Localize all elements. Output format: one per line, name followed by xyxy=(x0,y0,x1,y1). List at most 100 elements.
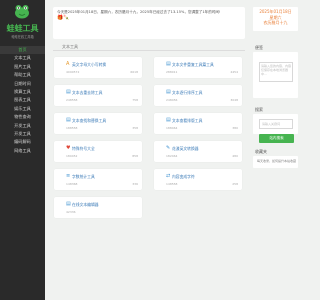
site-subtitle: 蛙蛙在线工具箱 xyxy=(11,35,34,39)
sidebar-item[interactable]: 首页 xyxy=(0,46,45,55)
favorites-label: 收藏夹 xyxy=(255,149,267,154)
tool-card[interactable]: ✎ 花漾英文转换器 182464 480 xyxy=(154,141,242,162)
tool-card[interactable]: A 英文字母大小写转换 4090572 6618 xyxy=(54,57,142,78)
tool-title[interactable]: 文本查找和替换工具 xyxy=(72,118,106,124)
tool-card[interactable]: ⇄ 内容变成字符 148558 258 xyxy=(154,169,242,190)
sidebar-item[interactable]: 娱乐工具 xyxy=(0,105,45,113)
favorites-widget: 每天收录，如何提升本站收藏 xyxy=(253,156,298,168)
tool-meta: 248558 758 xyxy=(66,98,138,102)
views-count: 182464 xyxy=(166,154,178,158)
likes-count: 358 xyxy=(132,126,138,130)
tool-meta: 248456 3048 xyxy=(166,98,238,102)
tool-meta: 188464 380 xyxy=(166,126,238,130)
tool-icon: ▤ xyxy=(66,89,71,95)
likes-count: 380 xyxy=(232,126,238,130)
gift-icon: 🎁🍡 xyxy=(57,15,70,21)
likes-count: 336 xyxy=(132,182,138,186)
sidebar-item[interactable]: 文本工具 xyxy=(0,54,45,62)
date-widget: 2025年01月18日 星期六 农历腊月十九 xyxy=(253,7,298,31)
tool-icon: ≡ xyxy=(66,173,71,179)
tool-card[interactable]: ≡ 字数统计工具 148368 336 xyxy=(54,169,142,190)
likes-count: 858 xyxy=(132,154,138,158)
tool-icon: ▤ xyxy=(66,201,71,207)
notice-panel: 今天是2025年01月18日，星期六，农历腊月十九，2025年已经过去了13.1… xyxy=(53,7,245,39)
tool-icon: ✎ xyxy=(166,145,171,151)
tool-title[interactable]: 文本文件重复工具篇工具 xyxy=(172,62,214,68)
sidebar-item[interactable]: 帮助工具 xyxy=(0,71,45,79)
tool-card[interactable]: ▤ 文本文件重复工具篇工具 288011 4454 xyxy=(154,57,242,78)
tool-meta: 288011 4454 xyxy=(166,70,238,74)
tool-title[interactable]: 在线文本编辑器 xyxy=(72,202,99,208)
search-input[interactable]: 请输入关键词 xyxy=(259,119,293,129)
tool-meta: 42336 xyxy=(66,210,138,214)
tool-card[interactable]: ▤ 文本查找和替换工具 188558 358 xyxy=(54,113,142,134)
note-label: 便签 xyxy=(255,45,263,50)
tool-card[interactable]: ▤ 文本查看排版工具 188464 380 xyxy=(154,113,242,134)
tool-title[interactable]: 英文字母大小写转换 xyxy=(72,62,106,68)
likes-count: 3048 xyxy=(230,98,238,102)
likes-count: 480 xyxy=(232,154,238,158)
search-label: 搜索 xyxy=(255,107,263,112)
tool-icon: ♥ xyxy=(66,145,71,151)
right-panel: 2025年01月18日 星期六 农历腊月十九 便签 请输入您的内容，内容仅保存在… xyxy=(250,0,298,300)
tool-meta: 188558 358 xyxy=(66,126,138,130)
sidebar-item[interactable]: 换算工具 xyxy=(0,88,45,96)
likes-count: 758 xyxy=(132,98,138,102)
views-count: 148558 xyxy=(166,182,178,186)
tool-title[interactable]: 文本逐行排序工具 xyxy=(172,90,202,96)
tool-meta: 4090572 6618 xyxy=(66,70,138,74)
views-count: 288011 xyxy=(166,70,178,74)
views-count: 188464 xyxy=(166,126,178,130)
lunar-date-line: 农历腊月十九 xyxy=(263,20,288,25)
sidebar-item[interactable]: 图片工具 xyxy=(0,63,45,71)
tool-card[interactable]: ♥ 特殊符号大全 180452 858 xyxy=(54,141,142,162)
tool-title[interactable]: 文本查看排版工具 xyxy=(172,118,202,124)
note-widget: 请输入您的内容，内容仅保存在本地浏览器中... xyxy=(253,52,298,98)
tool-meta: 182464 480 xyxy=(166,154,238,158)
tool-icon: ▤ xyxy=(166,117,171,123)
tool-meta: 148558 258 xyxy=(166,182,238,186)
tool-card[interactable]: ▤ 文本去重去除工具 248558 758 xyxy=(54,85,142,106)
tool-title[interactable]: 特殊符号大全 xyxy=(72,146,95,152)
sidebar-item[interactable]: 开发工具 xyxy=(0,122,45,130)
tool-icon: ⇄ xyxy=(166,173,171,179)
sidebar-item[interactable]: 图表工具 xyxy=(0,96,45,104)
sidebar-item[interactable]: 开发工具 xyxy=(0,130,45,138)
views-count: 188558 xyxy=(66,126,78,130)
tool-title[interactable]: 字数统计工具 xyxy=(72,174,95,180)
tool-icon: ▤ xyxy=(166,89,171,95)
tool-card[interactable]: ▤ 文本逐行排序工具 248456 3048 xyxy=(154,85,242,106)
site-title[interactable]: 蛙蛙工具 xyxy=(0,23,45,34)
tool-title[interactable]: 文本去重去除工具 xyxy=(72,90,102,96)
likes-count: 6618 xyxy=(130,70,138,74)
tool-title[interactable]: 花漾英文转换器 xyxy=(172,146,199,152)
tool-icon: ▤ xyxy=(166,61,171,67)
tool-icon: ▤ xyxy=(66,117,71,123)
date-line: 2025年01月18日 xyxy=(259,9,292,14)
tool-title[interactable]: 内容变成字符 xyxy=(172,174,195,180)
search-button[interactable]: 站内搜索 xyxy=(259,134,294,143)
likes-count: 258 xyxy=(232,182,238,186)
sidebar-nav: 首页 文本工具 图片工具 帮助工具 日期时间 换算工具 图表工具 娱乐工具 物性查询 开发工具 开发… xyxy=(0,46,45,155)
tool-card[interactable]: ▤ 在线文本编辑器 42336 xyxy=(54,197,142,218)
views-count: 148368 xyxy=(66,182,78,186)
search-widget: 请输入关键词 站内搜索 xyxy=(253,114,298,143)
sidebar: 蛙蛙工具 蛙蛙在线工具箱 首页 文本工具 图片工具 帮助工具 日期时间 换算工具 图表工具娱… xyxy=(0,0,45,300)
tool-meta: 180452 858 xyxy=(66,154,138,158)
sidebar-item[interactable]: 物性查询 xyxy=(0,113,45,121)
sidebar-item[interactable]: 编码解码 xyxy=(0,138,45,146)
views-count: 248558 xyxy=(66,98,78,102)
favorites-text[interactable]: 每天收录，如何提升本站收藏 xyxy=(257,159,296,163)
section-divider xyxy=(53,50,245,51)
sidebar-item[interactable]: 日期时间 xyxy=(0,80,45,88)
tool-meta: 148368 336 xyxy=(66,182,138,186)
main-content: 今天是2025年01月18日，星期六，农历腊月十九，2025年已经过去了13.1… xyxy=(50,0,248,300)
sidebar-item[interactable]: 网络工具 xyxy=(0,147,45,155)
frog-logo-icon[interactable] xyxy=(14,4,30,19)
views-count: 180452 xyxy=(66,154,78,158)
likes-count: 4454 xyxy=(230,70,238,74)
views-count: 42336 xyxy=(66,210,76,214)
views-count: 248456 xyxy=(166,98,178,102)
note-textarea[interactable]: 请输入您的内容，内容仅保存在本地浏览器中... xyxy=(259,62,293,82)
tool-icon: A xyxy=(66,61,70,67)
